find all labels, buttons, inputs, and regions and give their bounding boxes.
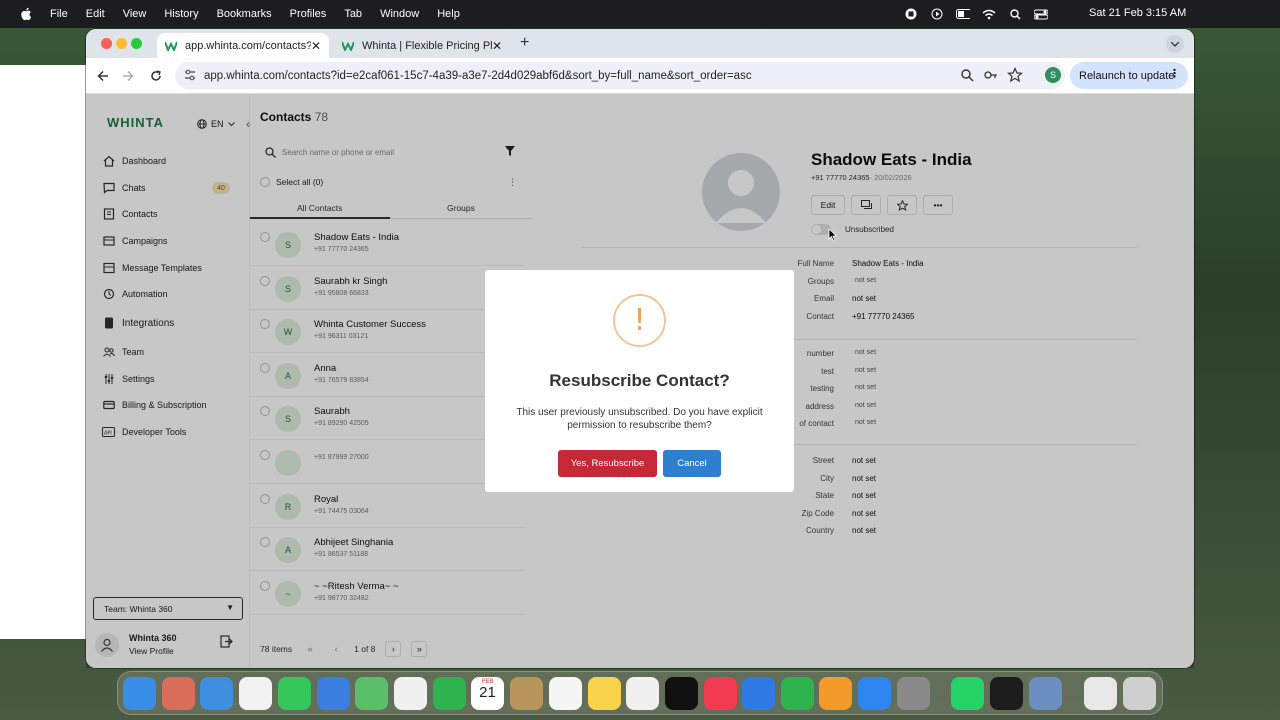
mail-icon[interactable] xyxy=(317,677,350,710)
new-tab-icon[interactable]: + xyxy=(520,34,529,52)
menu-bar: Chrome File Edit View History Bookmarks … xyxy=(0,0,1280,639)
folder-icon[interactable] xyxy=(1084,677,1117,710)
site-info-icon[interactable] xyxy=(183,68,197,82)
menu-window[interactable]: Window xyxy=(380,8,419,20)
play-icon[interactable] xyxy=(930,7,944,21)
dialog-message: This user previously unsubscribed. Do yo… xyxy=(516,407,763,431)
tab-title: app.whinta.com/contacts?id=e2caf061-15c7… xyxy=(185,39,311,52)
url-text: app.whinta.com/contacts?id=e2caf061-15c7… xyxy=(204,69,752,82)
preview-icon[interactable] xyxy=(1029,677,1062,710)
menu-file[interactable]: File xyxy=(50,8,68,20)
record-icon[interactable] xyxy=(904,7,918,21)
notes-icon[interactable] xyxy=(588,677,621,710)
close-tab-icon[interactable]: ✕ xyxy=(492,39,502,53)
facetime-icon[interactable] xyxy=(433,677,466,710)
relaunch-label: Relaunch to update xyxy=(1079,69,1175,82)
calendar-day: 21 xyxy=(479,684,496,701)
control-center-icon[interactable] xyxy=(1034,7,1048,21)
contacts-app-icon[interactable] xyxy=(510,677,543,710)
tab-search-chevron-icon[interactable] xyxy=(1166,35,1184,53)
messages-icon[interactable] xyxy=(278,677,311,710)
zoom-icon[interactable] xyxy=(959,67,975,83)
battery-icon[interactable] xyxy=(956,7,970,21)
whinta-favicon-icon xyxy=(342,41,354,51)
address-bar[interactable]: app.whinta.com/contacts?id=e2caf061-15c7… xyxy=(175,62,1065,89)
trash-icon[interactable] xyxy=(1123,677,1156,710)
password-key-icon[interactable] xyxy=(983,67,999,83)
tv-icon[interactable] xyxy=(665,677,698,710)
browser-tab[interactable]: Whinta | Flexible Pricing Plans ✕ xyxy=(334,33,510,58)
pages-icon[interactable] xyxy=(819,677,852,710)
minimize-window-button[interactable] xyxy=(116,38,127,49)
browser-tab-active[interactable]: app.whinta.com/contacts?id=e2caf061-15c7… xyxy=(157,33,329,58)
whatsapp-icon[interactable] xyxy=(951,677,984,710)
music-icon[interactable] xyxy=(704,677,737,710)
photos-icon[interactable] xyxy=(394,677,427,710)
close-tab-icon[interactable]: ✕ xyxy=(311,39,321,53)
chrome-icon[interactable] xyxy=(239,677,272,710)
bookmark-star-icon[interactable] xyxy=(1007,67,1023,83)
appstore-icon[interactable] xyxy=(858,677,891,710)
relaunch-to-update-button[interactable]: Relaunch to update ⋮ xyxy=(1070,62,1188,89)
zoom-window-button[interactable] xyxy=(131,38,142,49)
safari-icon[interactable] xyxy=(200,677,233,710)
mouse-cursor-icon xyxy=(828,228,838,242)
chrome-profile-avatar[interactable]: S xyxy=(1045,67,1061,83)
chrome-menu-icon[interactable]: ⋮ xyxy=(1169,67,1180,80)
reload-icon[interactable] xyxy=(147,67,165,85)
maps-icon[interactable] xyxy=(355,677,388,710)
apple-icon[interactable] xyxy=(20,7,32,21)
menu-edit[interactable]: Edit xyxy=(86,8,105,20)
warning-icon: ! xyxy=(613,294,666,347)
resubscribe-dialog: ! Resubscribe Contact? This user previou… xyxy=(485,270,794,492)
menubar-clock[interactable]: Sat 21 Feb 3:15 AM xyxy=(1089,7,1186,19)
forward-icon[interactable] xyxy=(119,67,137,85)
wifi-icon[interactable] xyxy=(982,7,996,21)
keynote-icon[interactable] xyxy=(742,677,775,710)
tab-title: Whinta | Flexible Pricing Plans xyxy=(362,39,492,52)
calendar-icon[interactable]: FEB 21 xyxy=(471,677,504,710)
tab-strip: app.whinta.com/contacts?id=e2caf061-15c7… xyxy=(86,29,1194,58)
dock: FEB 21 xyxy=(117,671,1163,715)
spotlight-icon[interactable] xyxy=(1008,7,1022,21)
menu-tab[interactable]: Tab xyxy=(344,8,362,20)
close-window-button[interactable] xyxy=(101,38,112,49)
menu-profiles[interactable]: Profiles xyxy=(290,8,327,20)
finder-icon[interactable] xyxy=(123,677,156,710)
system-settings-icon[interactable] xyxy=(897,677,930,710)
back-icon[interactable] xyxy=(94,67,112,85)
freeform-icon[interactable] xyxy=(626,677,659,710)
cancel-button[interactable]: Cancel xyxy=(663,450,721,477)
launchpad-icon[interactable] xyxy=(162,677,195,710)
menu-view[interactable]: View xyxy=(123,8,147,20)
dialog-title: Resubscribe Contact? xyxy=(549,371,730,390)
menu-history[interactable]: History xyxy=(164,8,198,20)
terminal-icon[interactable] xyxy=(990,677,1023,710)
menu-help[interactable]: Help xyxy=(437,8,460,20)
yes-resubscribe-button[interactable]: Yes, Resubscribe xyxy=(558,450,657,477)
whinta-favicon-icon xyxy=(165,41,177,51)
browser-toolbar: app.whinta.com/contacts?id=e2caf061-15c7… xyxy=(86,58,1194,94)
numbers-icon[interactable] xyxy=(781,677,814,710)
menu-bookmarks[interactable]: Bookmarks xyxy=(217,8,272,20)
reminders-icon[interactable] xyxy=(549,677,582,710)
